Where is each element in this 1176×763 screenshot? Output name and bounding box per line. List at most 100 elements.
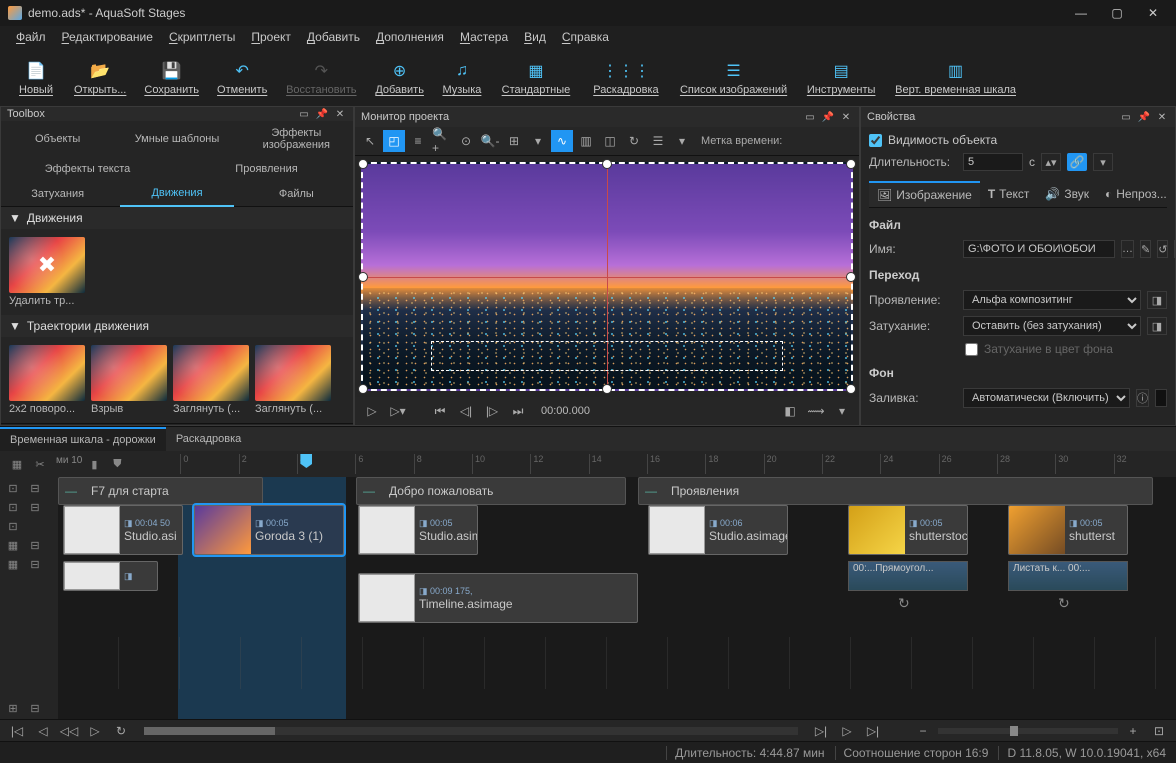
new-button[interactable]: 📄Новый	[12, 58, 60, 98]
fadeout-select[interactable]: Оставить (без затухания)	[963, 316, 1141, 336]
timeline-clip[interactable]: ◨ 00:04 50Studio.asi	[63, 505, 183, 555]
step-back-icon[interactable]: ◁|	[455, 400, 477, 422]
panel-pin-icon[interactable]: 📌	[315, 107, 329, 121]
toolbox-tab[interactable]: Затухания	[1, 182, 114, 206]
menu-добавить[interactable]: Добавить	[301, 28, 366, 46]
panel-pin-icon[interactable]: 📌	[1137, 110, 1151, 124]
nav-scrollbar[interactable]	[144, 727, 275, 735]
nav-first-icon[interactable]: |◁	[6, 720, 28, 742]
zoom-slider[interactable]	[1010, 726, 1018, 736]
track-btn-icon[interactable]: ⊡	[2, 479, 24, 497]
panel-float-icon[interactable]: ▭	[297, 107, 311, 121]
timeline-audio-clip[interactable]: Листать к... 00:...	[1008, 561, 1128, 591]
nav-last-icon[interactable]: ▷|	[862, 720, 884, 742]
zoom-out-icon[interactable]: −	[912, 720, 934, 742]
timeline-clip[interactable]: ◨	[63, 561, 158, 591]
tab-opacity[interactable]: ◐Непроз...	[1097, 181, 1175, 207]
grid-icon[interactable]: ⊞	[503, 130, 525, 152]
timeline-clip[interactable]: ◨ 00:05Goroda 3 (1)	[194, 505, 344, 555]
tab-sound[interactable]: 🔊Звук	[1037, 181, 1097, 207]
tab-text[interactable]: TТекст	[980, 181, 1038, 207]
track-btn-icon[interactable]: ⊞	[2, 699, 24, 717]
track-btn-icon[interactable]: ⊟	[24, 555, 46, 573]
cut-icon[interactable]: ✂	[29, 455, 51, 473]
track-btn-icon[interactable]: ⊟	[24, 699, 46, 717]
shield-icon[interactable]: ⛊	[106, 455, 128, 473]
timeline-lane[interactable]: —Проявления	[638, 477, 1153, 505]
grid-dropdown-icon[interactable]: ▾	[527, 130, 549, 152]
open-button[interactable]: 📂Открыть...	[70, 58, 130, 98]
nav-next-icon[interactable]: ▷	[836, 720, 858, 742]
timeline-clip[interactable]: ◨ 00:05Studio.asima	[358, 505, 478, 555]
color-swatch[interactable]	[1155, 389, 1167, 407]
rotate-icon[interactable]: ↻	[623, 130, 645, 152]
timeline-clip[interactable]: ◨ 00:05shutterstock_	[848, 505, 968, 555]
timeline-lane[interactable]: —Добро пожаловать	[356, 477, 626, 505]
align-dropdown-icon[interactable]: ▾	[671, 130, 693, 152]
zoom-in-icon[interactable]: +	[1122, 720, 1144, 742]
collapse-icon[interactable]: ▼	[9, 319, 21, 333]
visibility-checkbox[interactable]: Видимость объекта	[869, 133, 1167, 147]
collapse-icon[interactable]: ▼	[9, 211, 21, 225]
tab-storyboard[interactable]: Раскадровка	[166, 428, 251, 450]
fadecolor-checkbox[interactable]: Затухание в цвет фона	[869, 342, 1167, 356]
track-btn-icon[interactable]: ⊡	[2, 517, 24, 535]
preview-canvas[interactable]	[361, 162, 853, 391]
zoom-in-icon[interactable]: 🔍+	[431, 130, 453, 152]
menu-мастера[interactable]: Мастера	[454, 28, 514, 46]
menu-вид[interactable]: Вид	[518, 28, 552, 46]
duration-spinner-icon[interactable]: ▴▾	[1041, 153, 1061, 171]
edit-icon[interactable]: ✎	[1140, 240, 1151, 258]
nav-fwd-icon[interactable]: ▷|	[810, 720, 832, 742]
panel-close-icon[interactable]: ✕	[333, 107, 347, 121]
save-button[interactable]: 💾Сохранить	[140, 58, 203, 98]
menu-файл[interactable]: Файл	[10, 28, 52, 46]
toolbox-tab[interactable]: Файлы	[240, 182, 353, 206]
rewind-icon[interactable]: ⏮	[429, 400, 451, 422]
tools-button[interactable]: ▤Инструменты	[801, 58, 881, 98]
nav-loop-icon[interactable]: ↻	[110, 720, 132, 742]
track-btn-icon[interactable]: ⊟	[24, 479, 46, 497]
fill-select[interactable]: Автоматически (Включить)	[963, 388, 1130, 408]
timeline-clip[interactable]: ◨ 00:09 175,Timeline.asimage	[358, 573, 638, 623]
rotate-left-icon[interactable]: ↺	[1157, 240, 1168, 258]
motion-thumb[interactable]: Взрыв	[91, 345, 167, 415]
timeline-clip[interactable]: ◨ 00:06Studio.asimage	[648, 505, 788, 555]
track-btn-icon[interactable]: ▦	[2, 536, 24, 554]
link-icon[interactable]: 🔗	[1067, 153, 1087, 171]
timeline-lane[interactable]: —F7 для старта	[58, 477, 263, 505]
camera-icon[interactable]: ◧	[779, 400, 801, 422]
toolbox-tab[interactable]: Объекты	[1, 127, 114, 151]
panel-float-icon[interactable]: ▭	[1119, 110, 1133, 124]
toolbox-tab[interactable]: Проявления	[180, 157, 353, 181]
tab-image[interactable]: 🖼Изображение	[869, 181, 980, 207]
undo-button[interactable]: ↶Отменить	[213, 58, 271, 98]
toolbox-tab[interactable]: Движения	[120, 181, 233, 207]
arrow-tool-icon[interactable]: ↖	[359, 130, 381, 152]
panel-float-icon[interactable]: ▭	[803, 110, 817, 124]
toolbox-tab[interactable]: Эффекты текста	[1, 157, 174, 181]
menu-проект[interactable]: Проект	[245, 28, 297, 46]
zoom-fit-icon[interactable]: ⊙	[455, 130, 477, 152]
info-icon[interactable]: ⓘ	[1136, 389, 1149, 407]
crop-icon[interactable]: ◫	[599, 130, 621, 152]
path-tool-icon[interactable]: ∿	[551, 130, 573, 152]
motion-thumb[interactable]: Заглянуть (...	[173, 345, 249, 415]
browse-icon[interactable]: …	[1121, 240, 1134, 258]
track-btn-icon[interactable]: ⊟	[24, 536, 46, 554]
track-btn-icon[interactable]: ⊟	[24, 498, 46, 516]
nav-back-icon[interactable]: ◁◁	[58, 720, 80, 742]
play-icon[interactable]: ▷	[361, 400, 383, 422]
vert-timeline-button[interactable]: ▥Верт. временная шкала	[891, 58, 1020, 98]
music-button[interactable]: ♫Музыка	[438, 58, 486, 98]
fx-icon[interactable]: ◨	[1147, 291, 1167, 309]
menu-редактирование[interactable]: Редактирование	[56, 28, 159, 46]
repeat-icon[interactable]: ↻	[898, 595, 910, 612]
standard-button[interactable]: ▦Стандартные	[496, 58, 576, 98]
tl-tool-icon[interactable]: ▦	[6, 455, 28, 473]
marker-icon[interactable]: ▮	[83, 455, 105, 473]
repeat-icon[interactable]: ↻	[1058, 595, 1070, 612]
tab-timeline[interactable]: Временная шкала - дорожки	[0, 427, 166, 451]
thumb-remove-path[interactable]: Удалить тр...	[9, 237, 85, 307]
imagelist-button[interactable]: ☰Список изображений	[676, 58, 791, 98]
